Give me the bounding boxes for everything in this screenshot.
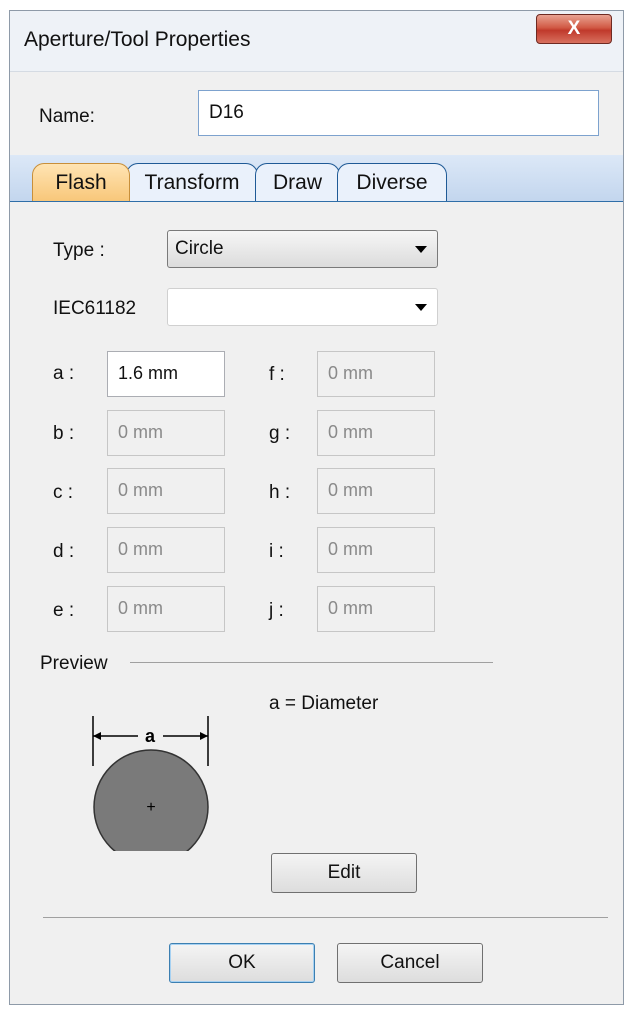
param-a-label: a : bbox=[53, 363, 75, 384]
param-g-input: 0 mm bbox=[317, 410, 435, 456]
name-input[interactable]: D16 bbox=[198, 90, 599, 136]
param-g-label: g : bbox=[269, 423, 291, 444]
preview-divider bbox=[130, 662, 493, 663]
param-i-label: i : bbox=[269, 541, 284, 562]
ok-button[interactable]: OK bbox=[169, 943, 315, 983]
param-f-label: f : bbox=[269, 364, 285, 385]
iec-label: IEC61182 bbox=[53, 298, 137, 319]
iec-select[interactable] bbox=[167, 288, 438, 326]
tab-flash[interactable]: Flash bbox=[32, 163, 130, 201]
dialog-window: Aperture/Tool Properties X Name: D16 Fla… bbox=[9, 10, 624, 1005]
name-label: Name: bbox=[39, 106, 95, 127]
dimension-label: a bbox=[145, 726, 156, 746]
param-f-input: 0 mm bbox=[317, 351, 435, 397]
param-h-input: 0 mm bbox=[317, 468, 435, 514]
param-j-label: j : bbox=[269, 600, 284, 621]
type-select-value: Circle bbox=[175, 238, 224, 259]
preview-label: Preview bbox=[40, 653, 108, 674]
cancel-button[interactable]: Cancel bbox=[337, 943, 483, 983]
chevron-down-icon bbox=[415, 304, 427, 311]
param-b-label: b : bbox=[53, 423, 75, 444]
close-button[interactable]: X bbox=[536, 14, 612, 44]
edit-button[interactable]: Edit bbox=[271, 853, 417, 893]
tab-transform[interactable]: Transform bbox=[126, 163, 258, 201]
aperture-preview-graphic: a + bbox=[92, 716, 209, 851]
param-c-input: 0 mm bbox=[107, 468, 225, 514]
type-select[interactable]: Circle bbox=[167, 230, 438, 268]
tab-diverse[interactable]: Diverse bbox=[337, 163, 447, 201]
window-title: Aperture/Tool Properties bbox=[24, 28, 251, 51]
title-bar: Aperture/Tool Properties X bbox=[10, 11, 623, 72]
param-j-input: 0 mm bbox=[317, 586, 435, 632]
param-i-input: 0 mm bbox=[317, 527, 435, 573]
param-a-input[interactable]: 1.6 mm bbox=[107, 351, 225, 397]
chevron-down-icon bbox=[415, 246, 427, 253]
param-d-input: 0 mm bbox=[107, 527, 225, 573]
tab-strip: Flash Transform Draw Diverse bbox=[10, 155, 623, 202]
param-e-input: 0 mm bbox=[107, 586, 225, 632]
param-h-label: h : bbox=[269, 482, 291, 503]
tab-draw[interactable]: Draw bbox=[255, 163, 340, 201]
param-c-label: c : bbox=[53, 482, 74, 503]
param-d-label: d : bbox=[53, 541, 75, 562]
center-mark: + bbox=[146, 799, 155, 816]
close-icon: X bbox=[567, 18, 581, 39]
param-e-label: e : bbox=[53, 600, 75, 621]
type-label: Type : bbox=[53, 240, 105, 261]
footer-divider bbox=[43, 917, 608, 918]
param-b-input: 0 mm bbox=[107, 410, 225, 456]
shape-description: a = Diameter bbox=[269, 693, 379, 714]
